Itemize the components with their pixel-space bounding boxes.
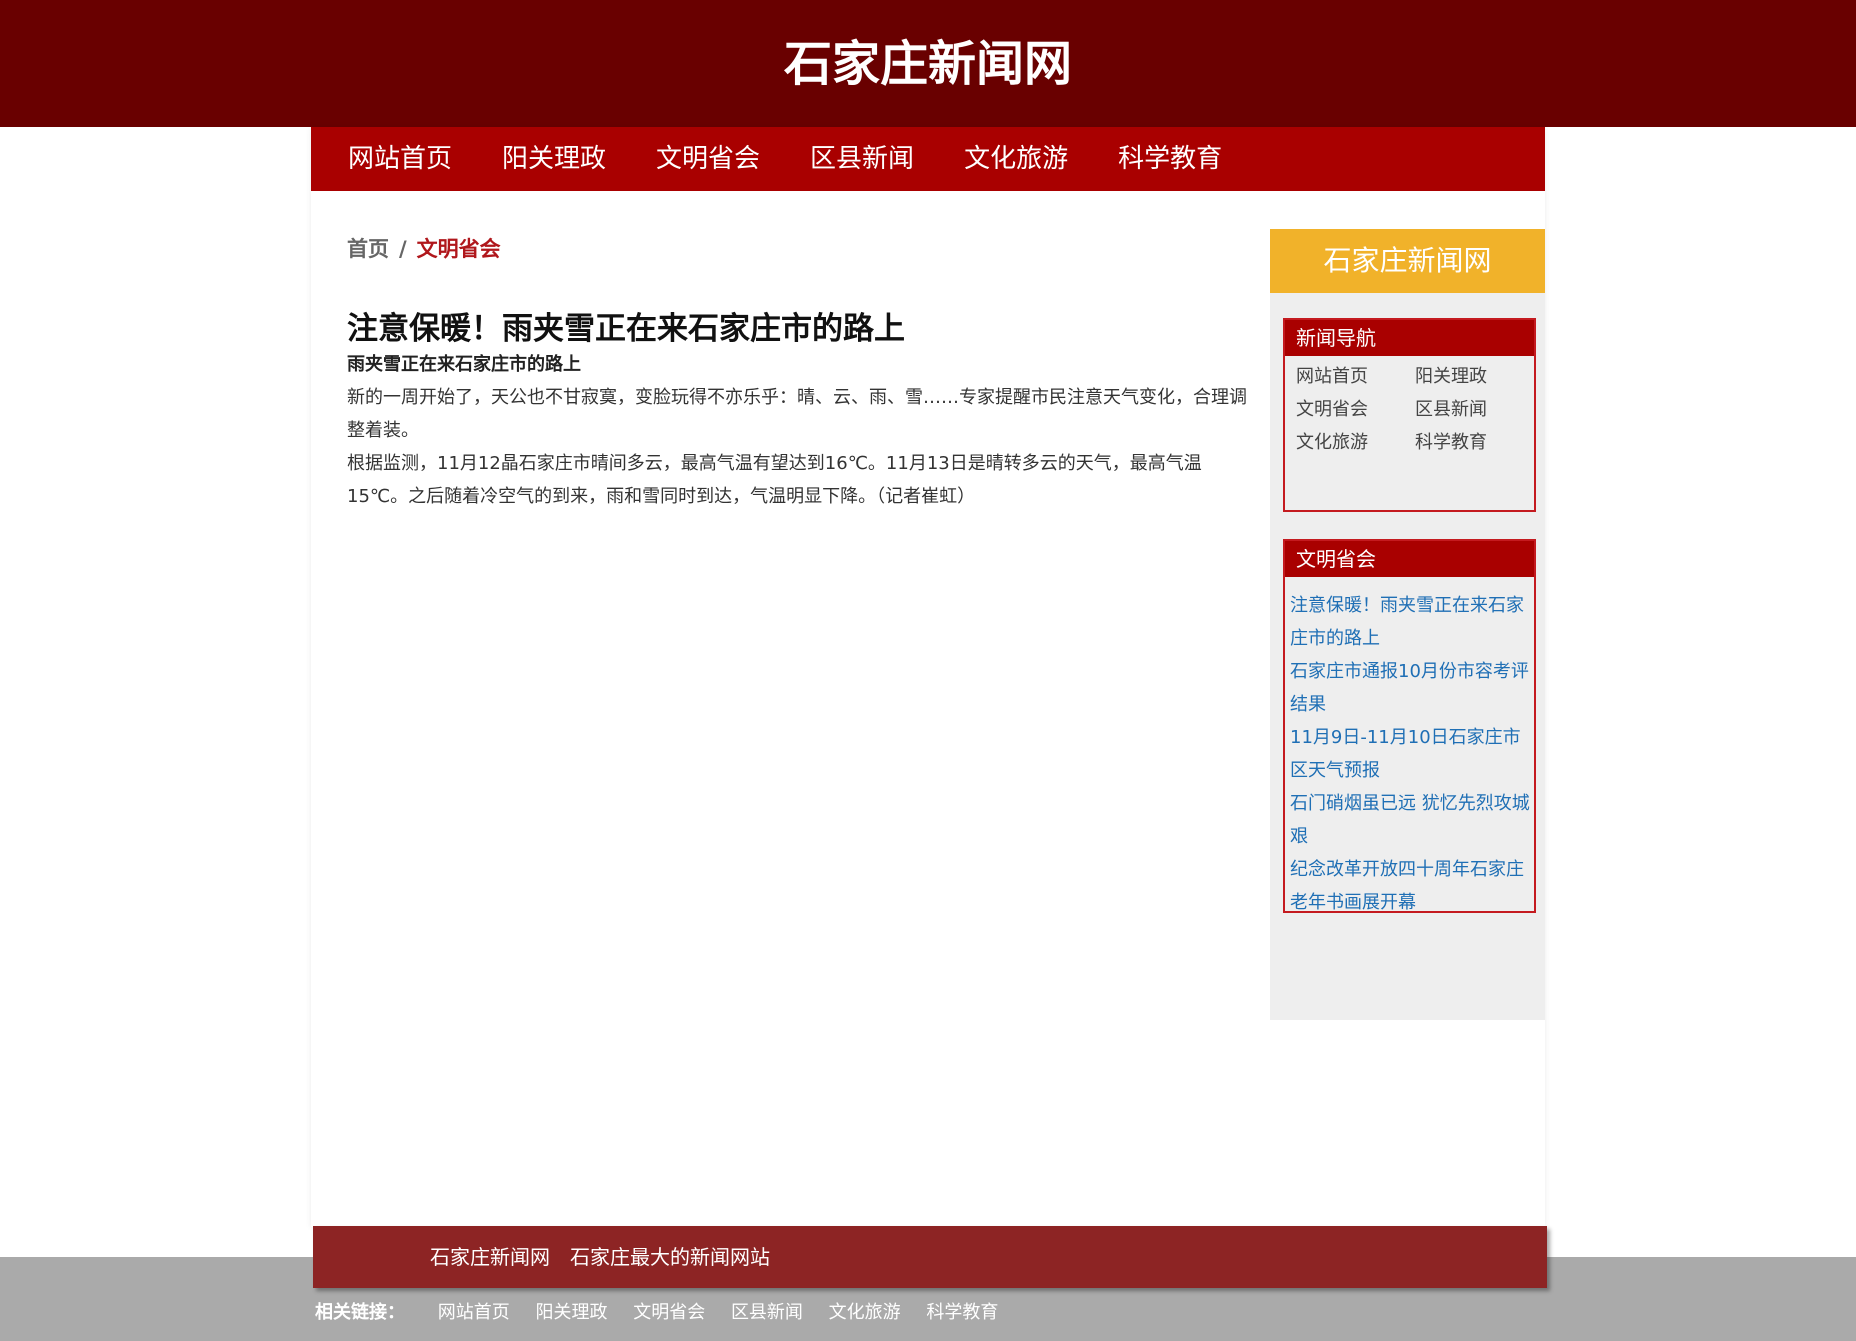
- article-body: 新的一周开始了，天公也不甘寂寞，变脸玩得不亦乐乎：晴、云、雨、雪……专家提醒市民…: [347, 381, 1247, 513]
- article-paragraph: 根据监测，11月12晶石家庄市晴间多云，最高气温有望达到16℃。11月13日是晴…: [347, 453, 1202, 507]
- nav-item-home[interactable]: 网站首页: [348, 127, 452, 191]
- footer-link[interactable]: 科学教育: [926, 1302, 998, 1323]
- nav-item-science-education[interactable]: 科学教育: [1118, 127, 1222, 191]
- footer-link[interactable]: 文明省会: [633, 1302, 705, 1323]
- breadcrumb-separator: /: [399, 237, 407, 261]
- news-list-title: 文明省会: [1285, 541, 1534, 577]
- news-nav-link[interactable]: 科学教育: [1415, 426, 1534, 459]
- sidebar: 石家庄新闻网 新闻导航 网站首页 阳关理政 文明省会 区县新闻 文化旅游 科学教…: [1270, 229, 1545, 1020]
- nav-item-civilization[interactable]: 文明省会: [656, 127, 760, 191]
- news-list-link[interactable]: 纪念改革开放四十周年石家庄老年书画展开幕: [1290, 853, 1530, 919]
- breadcrumb-current[interactable]: 文明省会: [417, 237, 501, 261]
- article-title: 注意保暖！雨夹雪正在来石家庄市的路上: [347, 311, 905, 347]
- breadcrumb: 首页 / 文明省会: [347, 234, 501, 264]
- top-header: 石家庄新闻网: [0, 0, 1856, 127]
- footer-bar: 石家庄新闻网 石家庄最大的新闻网站: [313, 1226, 1547, 1288]
- news-list-link[interactable]: 石门硝烟虽已远 犹忆先烈攻城艰: [1290, 787, 1530, 853]
- footer-links-label: 相关链接：: [315, 1302, 405, 1323]
- news-nav-grid: 网站首页 阳关理政 文明省会 区县新闻 文化旅游 科学教育: [1285, 356, 1534, 459]
- sidebar-header: 石家庄新闻网: [1270, 229, 1545, 293]
- nav-item-culture-travel[interactable]: 文化旅游: [964, 127, 1068, 191]
- news-list-link[interactable]: 注意保暖！雨夹雪正在来石家庄市的路上: [1290, 589, 1530, 655]
- news-nav-title: 新闻导航: [1285, 320, 1534, 356]
- nav-item-district-news[interactable]: 区县新闻: [810, 127, 914, 191]
- breadcrumb-home[interactable]: 首页: [347, 237, 389, 261]
- footer-link[interactable]: 区县新闻: [731, 1302, 803, 1323]
- news-nav-link[interactable]: 文化旅游: [1296, 426, 1415, 459]
- footer-link[interactable]: 网站首页: [438, 1302, 510, 1323]
- footer-links: 相关链接： 网站首页 阳关理政 文明省会 区县新闻 文化旅游 科学教育: [315, 1300, 1018, 1326]
- nav-item-governance[interactable]: 阳关理政: [502, 127, 606, 191]
- news-nav-link[interactable]: 区县新闻: [1415, 393, 1534, 426]
- news-list: 注意保暖！雨夹雪正在来石家庄市的路上 石家庄市通报10月份市容考评结果 11月9…: [1285, 577, 1534, 919]
- footer-link[interactable]: 文化旅游: [829, 1302, 901, 1323]
- article-subtitle: 雨夹雪正在来石家庄市的路上: [347, 354, 581, 375]
- news-list-box: 文明省会 注意保暖！雨夹雪正在来石家庄市的路上 石家庄市通报10月份市容考评结果…: [1283, 539, 1536, 913]
- site-title: 石家庄新闻网: [783, 36, 1072, 92]
- footer-text: 石家庄新闻网 石家庄最大的新闻网站: [430, 1226, 790, 1288]
- news-nav-box: 新闻导航 网站首页 阳关理政 文明省会 区县新闻 文化旅游 科学教育: [1283, 318, 1536, 512]
- news-list-link[interactable]: 石家庄市通报10月份市容考评结果: [1290, 655, 1530, 721]
- news-nav-link[interactable]: 文明省会: [1296, 393, 1415, 426]
- news-nav-link[interactable]: 网站首页: [1296, 360, 1415, 393]
- article-paragraph: 新的一周开始了，天公也不甘寂寞，变脸玩得不亦乐乎：晴、云、雨、雪……专家提醒市民…: [347, 387, 1247, 441]
- footer-link[interactable]: 阳关理政: [535, 1302, 607, 1323]
- news-list-link[interactable]: 11月9日-11月10日石家庄市区天气预报: [1290, 721, 1530, 787]
- news-nav-link[interactable]: 阳关理政: [1415, 360, 1534, 393]
- footer-slogan: 石家庄最大的新闻网站: [570, 1245, 770, 1269]
- main-nav: 网站首页 阳关理政 文明省会 区县新闻 文化旅游 科学教育: [311, 127, 1545, 191]
- footer-site-name: 石家庄新闻网: [430, 1245, 550, 1269]
